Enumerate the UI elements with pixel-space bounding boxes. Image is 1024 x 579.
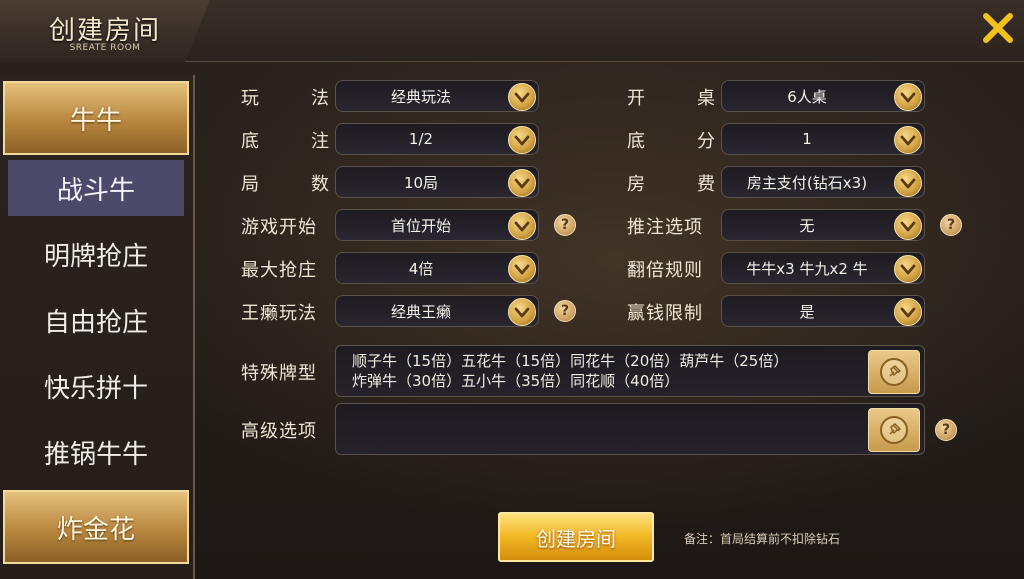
label-char: 费: [697, 174, 715, 195]
question-icon[interactable]: ?: [554, 300, 576, 322]
select-value: 1: [802, 130, 812, 148]
label-char: 开: [627, 88, 645, 109]
chevron-down-icon: [894, 126, 922, 154]
special-cards-line: 顺子牛（15倍）五花牛（15倍）同花牛（20倍）葫芦牛（25倍）: [352, 352, 789, 370]
chevron-down-icon: [508, 255, 536, 283]
label-teshu-paixing: 特殊牌型: [241, 363, 317, 384]
label-char: 底: [241, 131, 259, 152]
label-gaoji-xuanxiang: 高级选项: [241, 421, 317, 442]
label-jushu: 局数: [241, 170, 329, 196]
label-char: 局: [241, 174, 259, 195]
advanced-options-box[interactable]: [335, 403, 925, 455]
select-jushu[interactable]: 10局: [335, 166, 539, 198]
select-value: 牛牛x3 牛九x2 牛: [746, 259, 868, 278]
label-char: 注: [311, 131, 329, 152]
select-dizhu[interactable]: 1/2: [335, 123, 539, 155]
question-icon[interactable]: ?: [935, 419, 957, 441]
page-title: 创建房间: [48, 16, 161, 46]
label-wanglai-wanfa: 王癞玩法: [241, 303, 317, 324]
label-tuizhu-xuanxiang: 推注选项: [627, 217, 703, 238]
select-value: 无: [799, 216, 815, 235]
chevron-down-icon: [508, 212, 536, 240]
chevron-down-icon: [508, 298, 536, 326]
label-char: 玩: [241, 88, 259, 109]
select-wanfa[interactable]: 经典玩法: [335, 80, 539, 112]
select-fanbei-guize[interactable]: 牛牛x3 牛九x2 牛: [721, 252, 925, 284]
select-value: 10局: [403, 173, 439, 192]
game-type-sidebar: 牛牛 战斗牛 明牌抢庄 自由抢庄 快乐拼十 推锅牛牛 炸金花: [0, 75, 195, 579]
create-room-button[interactable]: 创建房间: [498, 512, 654, 562]
special-cards-box[interactable]: 顺子牛（15倍）五花牛（15倍）同花牛（20倍）葫芦牛（25倍） 炸弹牛（30倍…: [335, 345, 925, 397]
label-dizhu: 底注: [241, 127, 329, 153]
select-yingqian-xianzhi[interactable]: 是: [721, 295, 925, 327]
sidebar-item-mingpai-qiangzhuang[interactable]: 明牌抢庄: [8, 226, 184, 282]
select-value: 是: [799, 302, 815, 321]
label-kaizhuo: 开桌: [627, 84, 715, 110]
select-difen[interactable]: 1: [721, 123, 925, 155]
select-wanglai-wanfa[interactable]: 经典王癞: [335, 295, 539, 327]
close-icon: [983, 13, 1013, 43]
question-icon[interactable]: ?: [554, 214, 576, 236]
sidebar-category-zhajinhua[interactable]: 炸金花: [3, 490, 189, 564]
select-value: 房主支付(钻石x3): [746, 173, 868, 192]
special-cards-text: 顺子牛（15倍）五花牛（15倍）同花牛（20倍）葫芦牛（25倍） 炸弹牛（30倍…: [352, 351, 872, 391]
select-zuida-qiangzhuang[interactable]: 4倍: [335, 252, 539, 284]
select-value: 首位开始: [390, 216, 451, 235]
label-char: 桌: [697, 88, 715, 109]
chevron-down-icon: [508, 169, 536, 197]
label-char: 数: [311, 174, 329, 195]
label-difen: 底分: [627, 127, 715, 153]
select-value: 4倍: [408, 259, 434, 278]
label-youxi-kaishi: 游戏开始: [241, 217, 317, 238]
chevron-down-icon: [894, 169, 922, 197]
select-tuizhu-xuanxiang[interactable]: 无: [721, 209, 925, 241]
chevron-down-icon: [894, 298, 922, 326]
sidebar-item-kuaile-pinshi[interactable]: 快乐拼十: [8, 358, 184, 414]
close-button[interactable]: [978, 8, 1018, 48]
select-value: 经典王癞: [390, 302, 451, 321]
advanced-options-edit-button[interactable]: [868, 408, 920, 452]
special-cards-line: 炸弹牛（30倍）五小牛（35倍）同花顺（40倍）: [352, 372, 680, 390]
select-value: 经典玩法: [390, 87, 451, 106]
label-fanbei-guize: 翻倍规则: [627, 260, 703, 281]
label-wanfa: 玩法: [241, 84, 329, 110]
sidebar-item-zhandouniu[interactable]: 战斗牛: [8, 160, 184, 216]
chevron-down-icon: [894, 83, 922, 111]
chevron-down-icon: [508, 83, 536, 111]
chevron-down-icon: [894, 212, 922, 240]
chevron-down-icon: [894, 255, 922, 283]
sidebar-item-ziyou-qiangzhuang[interactable]: 自由抢庄: [8, 292, 184, 348]
chevron-down-icon: [508, 126, 536, 154]
pin-icon: [880, 358, 908, 386]
sidebar-item-tuiguo-niuniu[interactable]: 推锅牛牛: [8, 424, 184, 480]
pin-icon: [880, 416, 908, 444]
label-char: 房: [627, 174, 645, 195]
label-fangfei: 房费: [627, 170, 715, 196]
label-char: 法: [311, 88, 329, 109]
label-zuida-qiangzhuang: 最大抢庄: [241, 260, 317, 281]
special-cards-edit-button[interactable]: [868, 350, 920, 394]
select-value: 6人桌: [787, 87, 827, 106]
create-room-panel: 创建房间 SREATE ROOM 牛牛 战斗牛 明牌抢庄 自由抢庄 快乐拼十 推…: [0, 0, 1024, 579]
select-fangfei[interactable]: 房主支付(钻石x3): [721, 166, 925, 198]
sidebar-category-niuniu[interactable]: 牛牛: [3, 81, 189, 155]
page-subtitle: SREATE ROOM: [69, 43, 141, 53]
label-char: 底: [627, 131, 645, 152]
select-youxi-kaishi[interactable]: 首位开始: [335, 209, 539, 241]
select-value: 1/2: [408, 130, 434, 148]
diamond-note: 备注：首局结算前不扣除钻石: [684, 532, 841, 546]
label-char: 分: [697, 131, 715, 152]
question-icon[interactable]: ?: [940, 214, 962, 236]
label-yingqian-xianzhi: 赢钱限制: [627, 303, 703, 324]
settings-form: 玩法 经典玩法 底注 1/2 局数 10局 游戏开始 首位开始 ? 最大抢庄 4…: [197, 62, 1024, 579]
select-kaizhuo[interactable]: 6人桌: [721, 80, 925, 112]
header-bar: 创建房间 SREATE ROOM: [0, 0, 1024, 62]
